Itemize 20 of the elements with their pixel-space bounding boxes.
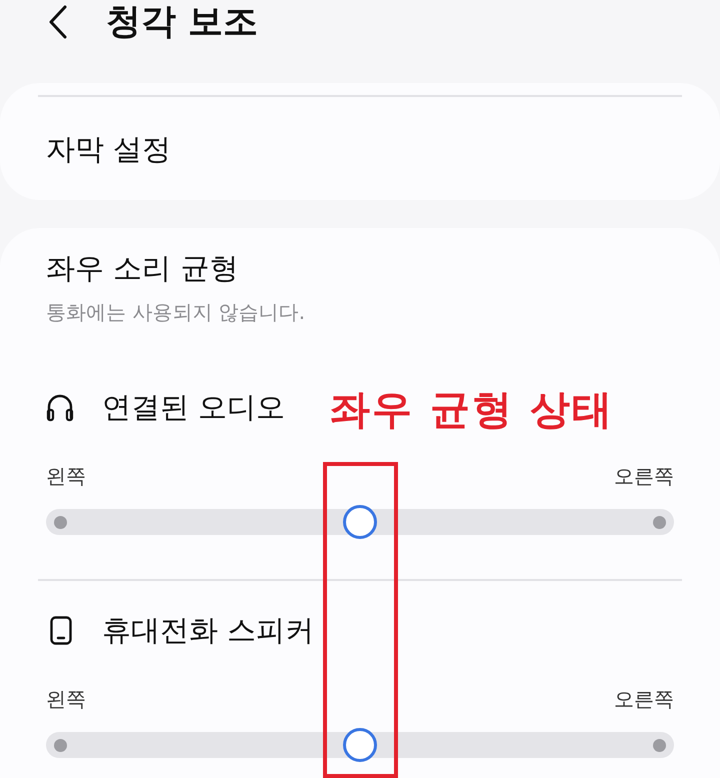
device-label: 휴대전화 스피커	[102, 612, 314, 648]
section-title: 좌우 소리 균형	[46, 250, 240, 286]
right-label: 오른쪽	[614, 463, 674, 490]
back-icon	[48, 5, 68, 39]
right-end-dot-icon	[653, 516, 666, 528]
left-label: 왼쪽	[46, 463, 86, 490]
caption-settings-item[interactable]: 자막 설정	[46, 130, 172, 166]
page-title: 청각 보조	[106, 1, 258, 44]
left-end-dot-icon	[54, 738, 67, 752]
phone-icon	[50, 616, 72, 644]
left-end-dot-icon	[54, 516, 67, 528]
right-label: 오른쪽	[614, 686, 674, 713]
headphones-icon	[46, 392, 74, 422]
slider-thumb[interactable]	[343, 505, 377, 539]
section-subtitle: 통화에는 사용되지 않습니다.	[46, 299, 306, 326]
right-end-dot-icon	[653, 738, 666, 752]
left-label: 왼쪽	[46, 686, 86, 713]
annotation-text: 좌우 균형 상태	[330, 386, 614, 435]
device-label: 연결된 오디오	[102, 389, 286, 425]
slider-thumb[interactable]	[343, 728, 377, 762]
